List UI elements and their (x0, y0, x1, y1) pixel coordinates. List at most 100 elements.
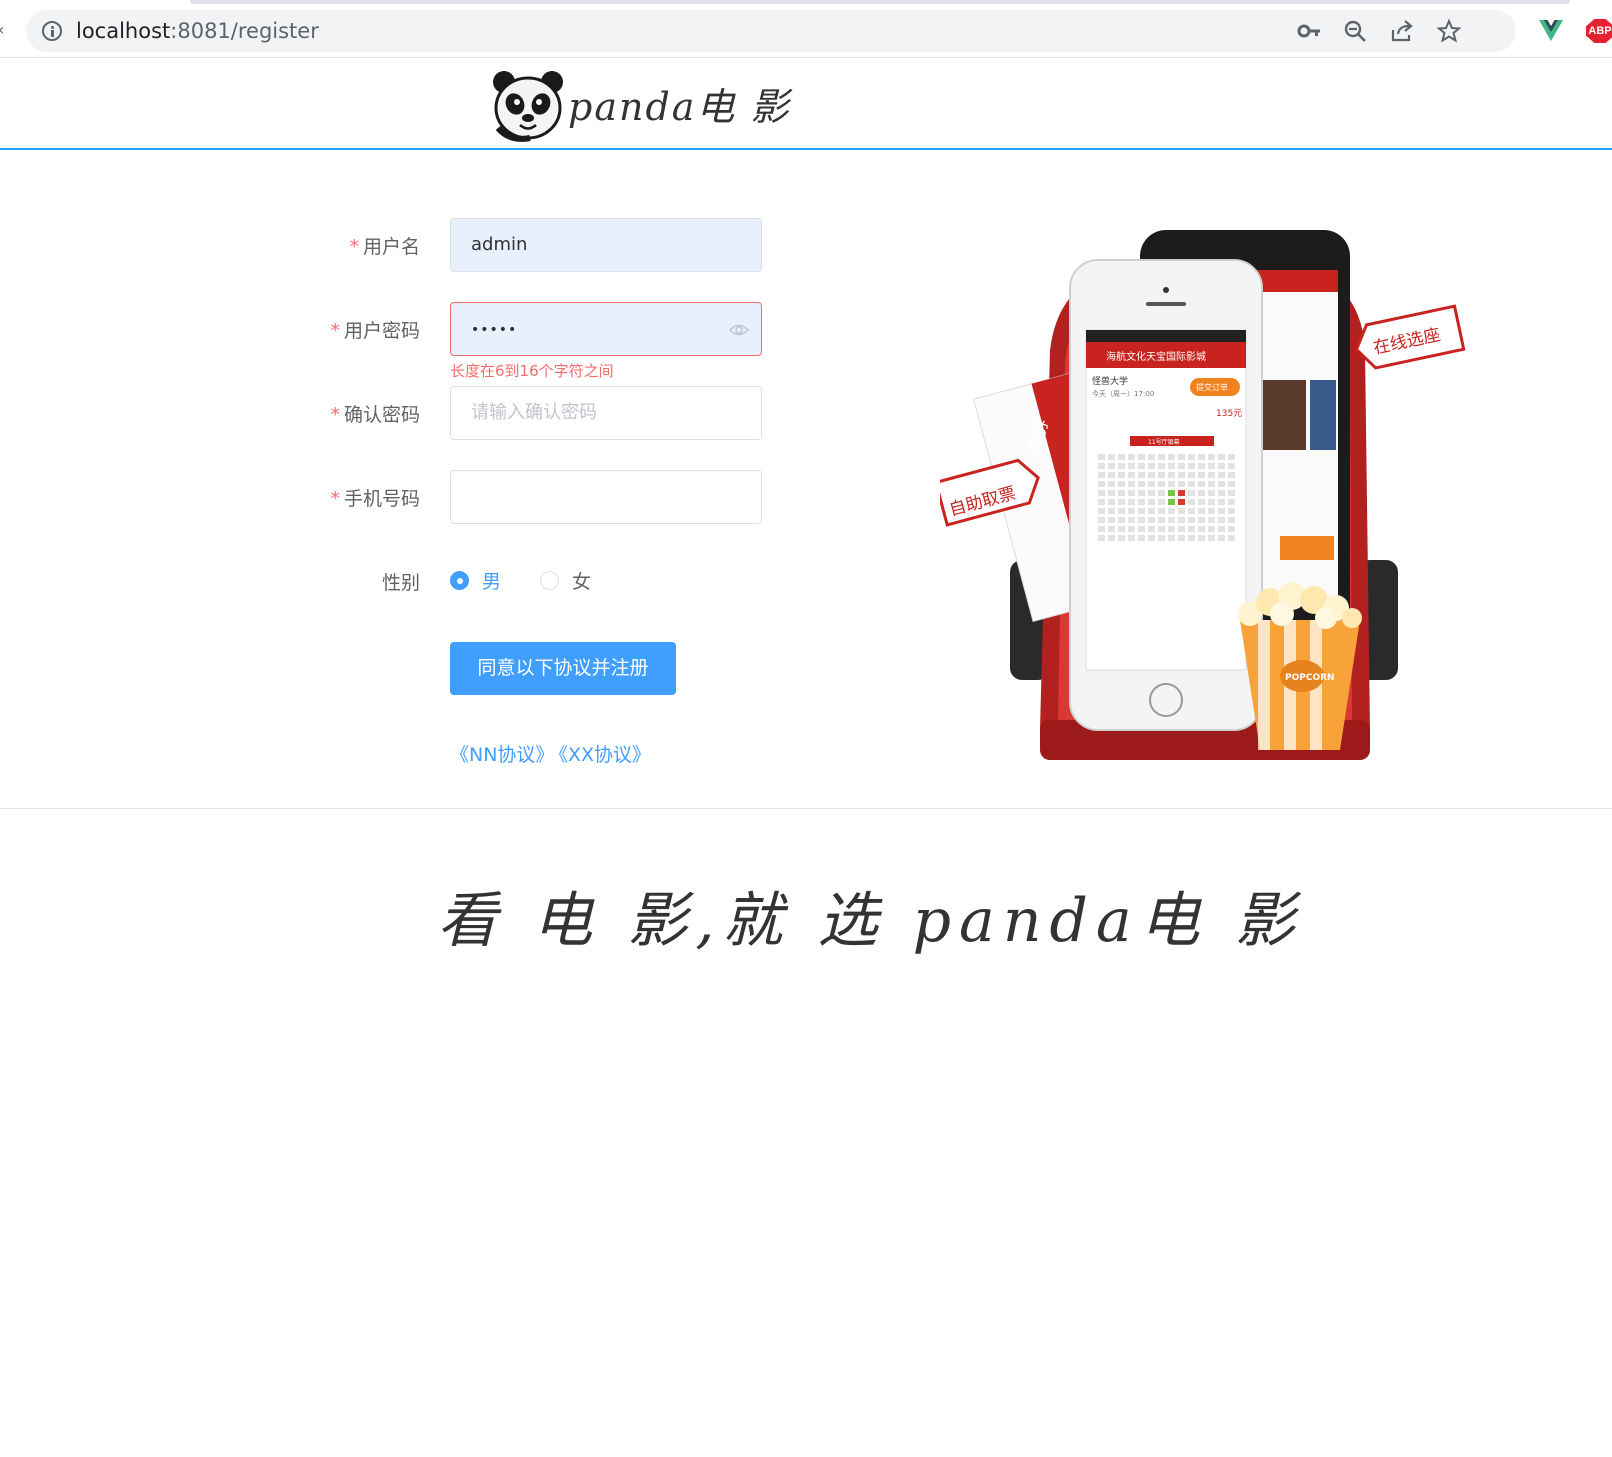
seat (1208, 526, 1215, 532)
seat (1148, 472, 1155, 478)
seat (1188, 526, 1195, 532)
seat (1108, 481, 1115, 487)
seat (1098, 535, 1105, 541)
show-time: 今天（周一）17:00 (1092, 389, 1154, 398)
seat (1138, 490, 1145, 496)
seat (1158, 472, 1165, 478)
seat (1198, 472, 1205, 478)
site-logo[interactable]: panda电 影 (490, 68, 810, 142)
eye-icon[interactable] (729, 320, 749, 340)
seat (1148, 481, 1155, 487)
zoom-icon[interactable] (1342, 18, 1368, 44)
seat (1178, 454, 1185, 460)
phone-title: 海航文化天宝国际影城 (1106, 350, 1206, 363)
seat (1208, 481, 1215, 487)
logo-text: panda电 影 (568, 85, 791, 129)
url-text[interactable]: localhost:8081/register (76, 19, 319, 43)
seat (1128, 463, 1135, 469)
seat (1098, 517, 1105, 523)
seat (1118, 535, 1125, 541)
screen-label: 11号厅银幕 (1148, 438, 1180, 446)
address-bar[interactable]: localhost:8081/register (26, 10, 1516, 52)
seat (1138, 472, 1145, 478)
seat (1108, 499, 1115, 505)
seat (1228, 463, 1235, 469)
seat (1178, 508, 1185, 514)
password-label: * 用户密码 (330, 320, 420, 342)
confirm-password-input[interactable]: 请输入确认密码 (450, 386, 762, 440)
adblock-icon[interactable]: ABP (1586, 19, 1612, 43)
seat (1098, 481, 1105, 487)
phone-input[interactable] (450, 470, 762, 524)
username-input[interactable]: admin (450, 218, 762, 272)
seat (1148, 499, 1155, 505)
seat (1168, 499, 1175, 505)
seat (1118, 472, 1125, 478)
seat (1228, 481, 1235, 487)
seat (1228, 472, 1235, 478)
order-button: 提交订单 (1196, 382, 1228, 392)
seat (1138, 508, 1145, 514)
seat (1178, 481, 1185, 487)
seat (1128, 499, 1135, 505)
agreement-item: 《NN协议》 《XX协议》 (300, 740, 780, 794)
seat (1188, 490, 1195, 496)
seat (1158, 454, 1165, 460)
seat (1188, 481, 1195, 487)
seat (1178, 472, 1185, 478)
key-icon[interactable] (1296, 18, 1322, 44)
seat (1168, 481, 1175, 487)
slogan: 看 电 影,就 选 panda电 影 (437, 886, 1303, 956)
register-button[interactable]: 同意以下协议并注册 (450, 642, 676, 695)
seat (1118, 517, 1125, 523)
seat (1228, 454, 1235, 460)
seat (1168, 508, 1175, 514)
back-arrow-icon[interactable]: ‹ (0, 20, 4, 39)
seat (1098, 508, 1105, 514)
phone-label: * 手机号码 (330, 488, 420, 510)
seat (1208, 535, 1215, 541)
seat (1168, 490, 1175, 496)
seat (1208, 472, 1215, 478)
radio-unchecked-icon[interactable] (540, 571, 559, 590)
seat (1188, 454, 1195, 460)
panda-logo-icon (493, 71, 563, 142)
vue-devtools-icon[interactable] (1538, 17, 1564, 43)
seat (1168, 526, 1175, 532)
seat (1198, 463, 1205, 469)
seat (1218, 517, 1225, 523)
password-error: 长度在6到16个字符之间 (450, 362, 614, 380)
nn-agreement-link[interactable]: 《NN协议》 (450, 744, 554, 766)
gender-label: 性别 (381, 572, 420, 594)
seat (1108, 463, 1115, 469)
seat (1218, 526, 1225, 532)
seat (1158, 517, 1165, 523)
seat (1098, 463, 1105, 469)
site-header: panda电 影 (0, 58, 1612, 150)
xx-agreement-link[interactable]: 《XX协议》 (558, 744, 651, 766)
gender-item: 性别 男 女 (300, 554, 780, 608)
seat (1228, 517, 1235, 523)
seat (1118, 508, 1125, 514)
seat (1178, 517, 1185, 523)
seat (1198, 490, 1205, 496)
seat (1098, 526, 1105, 532)
share-icon[interactable] (1389, 18, 1415, 44)
seat (1188, 517, 1195, 523)
seat (1108, 454, 1115, 460)
seat (1168, 454, 1175, 460)
seat (1178, 526, 1185, 532)
seat (1228, 490, 1235, 496)
seat (1128, 535, 1135, 541)
info-icon[interactable] (42, 21, 62, 41)
password-input[interactable]: ••••• (450, 302, 762, 356)
seat (1198, 535, 1205, 541)
seat (1148, 508, 1155, 514)
star-icon[interactable] (1436, 18, 1462, 44)
seat (1108, 508, 1115, 514)
section-divider (0, 808, 1612, 809)
seat (1148, 535, 1155, 541)
username-label: * 用户名 (349, 236, 420, 258)
seat (1118, 490, 1125, 496)
radio-checked-icon[interactable] (450, 571, 469, 590)
